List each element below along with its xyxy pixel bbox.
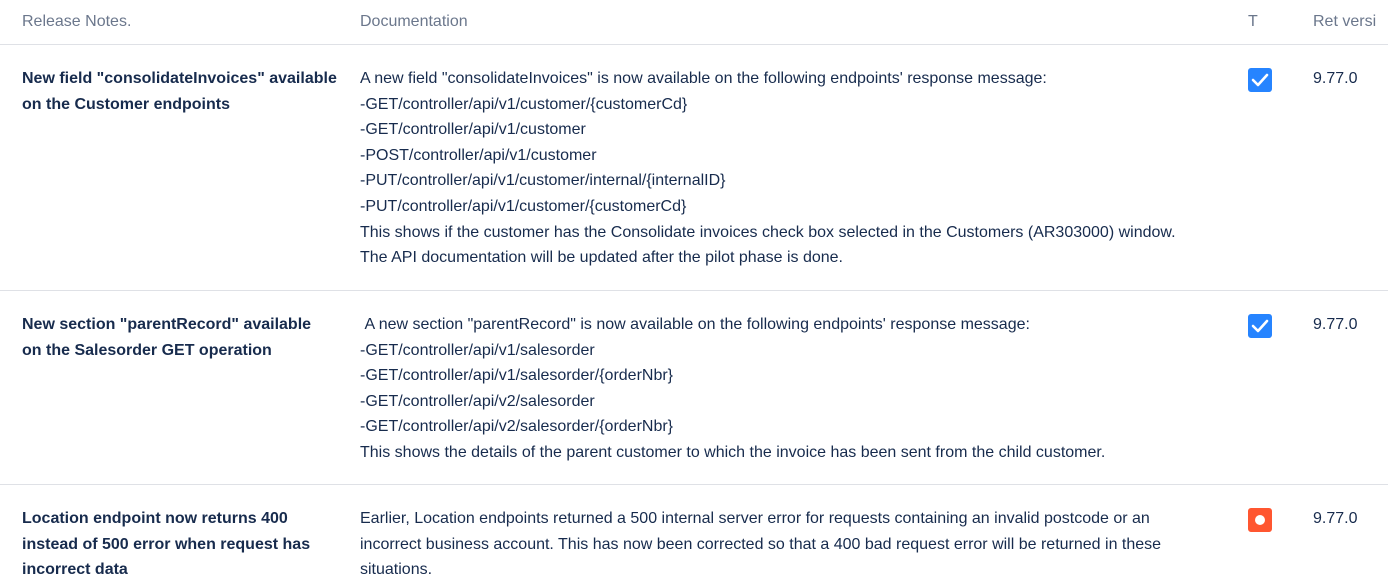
type-cell: [1248, 44, 1313, 291]
doc-line: -GET/controller/api/v2/salesorder: [360, 392, 595, 410]
doc-line: -GET/controller/api/v1/customer/{custome…: [360, 95, 688, 113]
doc-line: -GET/controller/api/v1/customer: [360, 121, 586, 139]
documentation-cell: A new section "parentRecord" is now avai…: [360, 290, 1248, 485]
version-cell: 9.77.0: [1313, 290, 1388, 485]
doc-line: -GET/controller/api/v1/salesorder: [360, 341, 595, 359]
table-row: New field "consolidateInvoices" availabl…: [0, 44, 1388, 291]
release-note-title: New section "parentRecord" available on …: [0, 290, 360, 485]
documentation-cell: Earlier, Location endpoints returned a 5…: [360, 485, 1248, 588]
documentation-cell: A new field "consolidateInvoices" is now…: [360, 44, 1248, 291]
column-header-type[interactable]: T: [1248, 0, 1313, 45]
doc-line: This shows the details of the parent cus…: [360, 443, 1106, 461]
doc-line: Earlier, Location endpoints returned a 5…: [360, 510, 1166, 579]
column-header-version[interactable]: Ret versi: [1313, 0, 1388, 45]
checkbox-checked-icon[interactable]: [1248, 314, 1272, 338]
doc-line: -GET/controller/api/v2/salesorder/{order…: [360, 418, 674, 436]
release-notes-table: Release Notes. Documentation T Ret versi…: [0, 0, 1388, 588]
version-cell: 9.77.0: [1313, 44, 1388, 291]
bug-dot: [1255, 515, 1265, 525]
doc-line: A new section "parentRecord" is now avai…: [360, 316, 1030, 333]
type-cell: [1248, 485, 1313, 588]
version-cell: 9.77.0: [1313, 510, 1358, 527]
column-header-documentation[interactable]: Documentation: [360, 0, 1248, 45]
release-note-title: New field "consolidateInvoices" availabl…: [0, 44, 360, 291]
doc-line: A new field "consolidateInvoices" is now…: [360, 70, 1047, 87]
table-row: New section "parentRecord" available on …: [0, 290, 1388, 485]
doc-line: -PUT/controller/api/v1/customer/{custome…: [360, 197, 687, 215]
table-header-row: Release Notes. Documentation T Ret versi: [0, 0, 1388, 45]
column-header-release-notes[interactable]: Release Notes.: [0, 0, 360, 45]
doc-line: -PUT/controller/api/v1/customer/internal…: [360, 172, 726, 190]
bug-icon[interactable]: [1248, 508, 1272, 532]
checkbox-checked-icon[interactable]: [1248, 68, 1272, 92]
type-cell: [1248, 290, 1313, 485]
doc-line: This shows if the customer has the Conso…: [360, 223, 1180, 267]
table-row: Location endpoint now returns 400 instea…: [0, 485, 1388, 588]
release-note-title: Location endpoint now returns 400 instea…: [22, 510, 311, 579]
doc-line: -GET/controller/api/v1/salesorder/{order…: [360, 367, 674, 385]
doc-line: -POST/controller/api/v1/customer: [360, 146, 597, 164]
